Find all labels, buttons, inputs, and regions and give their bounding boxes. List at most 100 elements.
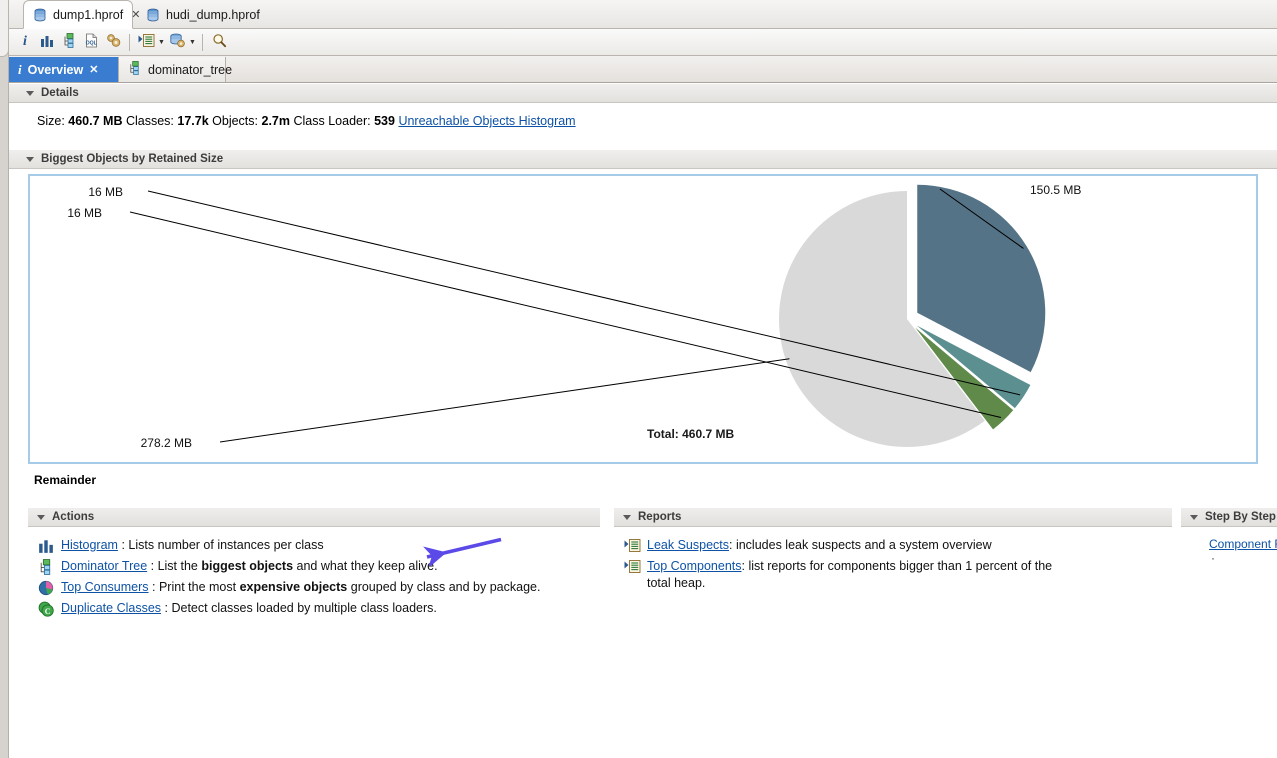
objects-label: Objects: (212, 114, 259, 128)
classes-value: 17.7k (177, 114, 209, 128)
sep: : (729, 538, 736, 552)
pie-slice-label: 278.2 MB (141, 436, 192, 450)
left-rail (0, 0, 9, 758)
editor-tab-bar: dump1.hprof ✕ hudi_dump.hprof (9, 0, 1277, 29)
tab-overview[interactable]: i Overview ✕ (9, 57, 119, 82)
section-title-details: Details (41, 87, 79, 99)
run-expert-system-button[interactable] (135, 31, 157, 53)
histogram-link[interactable]: Histogram (61, 538, 118, 552)
section-header-biggest-objects[interactable]: Biggest Objects by Retained Size (9, 149, 1277, 169)
actions-panel: Actions Histogram : Lists number of inst… (28, 508, 600, 619)
objects-value: 2.7m (261, 114, 291, 128)
histogram-button[interactable] (36, 31, 58, 53)
section-header-reports[interactable]: Reports (614, 508, 1172, 527)
thread-overview-button[interactable] (102, 31, 124, 53)
dominator-tree-link[interactable]: Dominator Tree (61, 559, 147, 573)
sep: : (161, 601, 172, 615)
action-item-histogram[interactable]: Histogram : Lists number of instances pe… (28, 535, 600, 556)
report-text: Top Components: list reports for compone… (647, 558, 1079, 592)
chevron-down-icon[interactable] (623, 514, 631, 520)
editor-tab-hudi-dump[interactable]: hudi_dump.hprof (137, 0, 272, 29)
svg-text:C: C (45, 607, 51, 616)
class-loader-label: Class Loader: (293, 114, 371, 128)
step-bullet: · (1211, 551, 1215, 565)
top-components-link[interactable]: Top Components (647, 559, 742, 573)
top-consumers-link[interactable]: Top Consumers (61, 580, 149, 594)
reports-list: Leak Suspects: includes leak suspects an… (614, 527, 1172, 594)
action-item-dominator-tree[interactable]: Dominator Tree : List the biggest object… (28, 556, 600, 577)
chevron-down-icon[interactable]: ▼ (188, 31, 197, 53)
details-body: Size: 460.7 MB Classes: 17.7k Objects: 2… (9, 103, 1277, 149)
run-report-icon (624, 559, 641, 575)
close-icon[interactable]: ✕ (89, 63, 98, 76)
toolbar-separator (202, 33, 203, 51)
editor-tab-label: dump1.hprof (53, 7, 124, 22)
action-item-duplicate-classes[interactable]: C Duplicate Classes : Detect classes loa… (28, 598, 600, 619)
report-item-top-components[interactable]: Top Components: list reports for compone… (614, 556, 1079, 594)
class-loader-value: 539 (374, 114, 395, 128)
report-item-leak-suspects[interactable]: Leak Suspects: includes leak suspects an… (614, 535, 1172, 556)
oql-icon: OQL (84, 33, 99, 51)
reports-panel: Reports Leak Suspects: includes leak sus… (614, 508, 1172, 594)
component-report-link[interactable]: Component R (1209, 537, 1277, 551)
view-tab-bar: i Overview ✕ dominator_tree (9, 56, 1277, 83)
retained-size-pie-chart[interactable]: 150.5 MB 16 MB 16 MB 278.2 MB (30, 176, 1256, 462)
desc-strong: biggest objects (201, 559, 294, 573)
section-header-details[interactable]: Details (9, 83, 1277, 103)
desc-pre: Detect classes loaded by multiple class … (171, 601, 437, 615)
unreachable-objects-histogram-link[interactable]: Unreachable Objects Histogram (398, 114, 575, 128)
sep: : (147, 559, 158, 573)
section-header-actions[interactable]: Actions (28, 508, 600, 527)
dominator-tree-icon (128, 61, 142, 78)
dominator-tree-button[interactable] (58, 31, 80, 53)
pie-slice-label: 16 MB (88, 185, 123, 199)
pie-chart-panel[interactable]: 150.5 MB 16 MB 16 MB 278.2 MB Total: 460.7 … (28, 174, 1258, 464)
query-browser-button[interactable] (166, 31, 188, 53)
step-by-step-panel: Step By Step Component R · (1181, 508, 1277, 565)
section-header-step-by-step[interactable]: Step By Step (1181, 508, 1277, 527)
chevron-down-icon[interactable] (1190, 514, 1198, 520)
gears-icon (106, 33, 121, 51)
sep: : (148, 580, 159, 594)
desc-post: grouped by class and by package. (347, 580, 541, 594)
classes-label: Classes: (125, 114, 174, 128)
remainder-label: Remainder (34, 473, 97, 487)
report-text: Leak Suspects: includes leak suspects an… (647, 537, 992, 554)
pie-slice[interactable] (917, 184, 1046, 373)
desc-pre: Lists number of instances per class (128, 538, 324, 552)
desc-post: and what they keep alive. (293, 559, 438, 573)
action-text: Histogram : Lists number of instances pe… (61, 537, 324, 554)
section-title-actions: Actions (52, 511, 95, 523)
run-report-icon (624, 538, 641, 554)
section-title-reports: Reports (638, 511, 682, 523)
section-title-biggest-objects: Biggest Objects by Retained Size (41, 153, 224, 165)
editor-tab-dump1[interactable]: dump1.hprof ✕ (23, 0, 140, 29)
oql-button[interactable]: OQL (80, 31, 102, 53)
chevron-down-icon[interactable] (37, 514, 45, 520)
toolbar-separator (129, 33, 130, 51)
pie-slice-label: 150.5 MB (1030, 183, 1081, 197)
duplicate-classes-link[interactable]: Duplicate Classes (61, 601, 161, 615)
chart-total-label: Total: 460.7 MB (647, 427, 735, 441)
desc-pre: List the (157, 559, 202, 573)
chevron-down-icon[interactable] (26, 90, 34, 96)
chevron-down-icon[interactable] (26, 156, 34, 162)
leak-suspects-link[interactable]: Leak Suspects (647, 538, 729, 552)
action-item-top-consumers[interactable]: Top Consumers : Print the most expensive… (28, 577, 600, 598)
section-title-step-by-step: Step By Step (1205, 511, 1276, 523)
heap-dump-icon (146, 8, 160, 22)
main-toolbar: i OQL ▼ ▼ (9, 29, 1277, 56)
action-text: Dominator Tree : List the biggest object… (61, 558, 438, 575)
heap-dump-icon (33, 8, 47, 22)
query-browser-icon (169, 33, 186, 51)
actions-list: Histogram : Lists number of instances pe… (28, 527, 600, 619)
sep: : (117, 538, 129, 552)
overview-info-button[interactable]: i (14, 31, 36, 53)
search-button[interactable] (208, 31, 230, 53)
left-rail-tab-stub (0, 0, 9, 57)
chevron-down-icon[interactable]: ▼ (157, 31, 166, 53)
tab-overview-label: Overview (27, 62, 84, 77)
info-icon: i (23, 34, 27, 49)
pie-slice-label: 16 MB (67, 206, 102, 220)
tab-dominator-tree[interactable]: dominator_tree (119, 57, 232, 82)
